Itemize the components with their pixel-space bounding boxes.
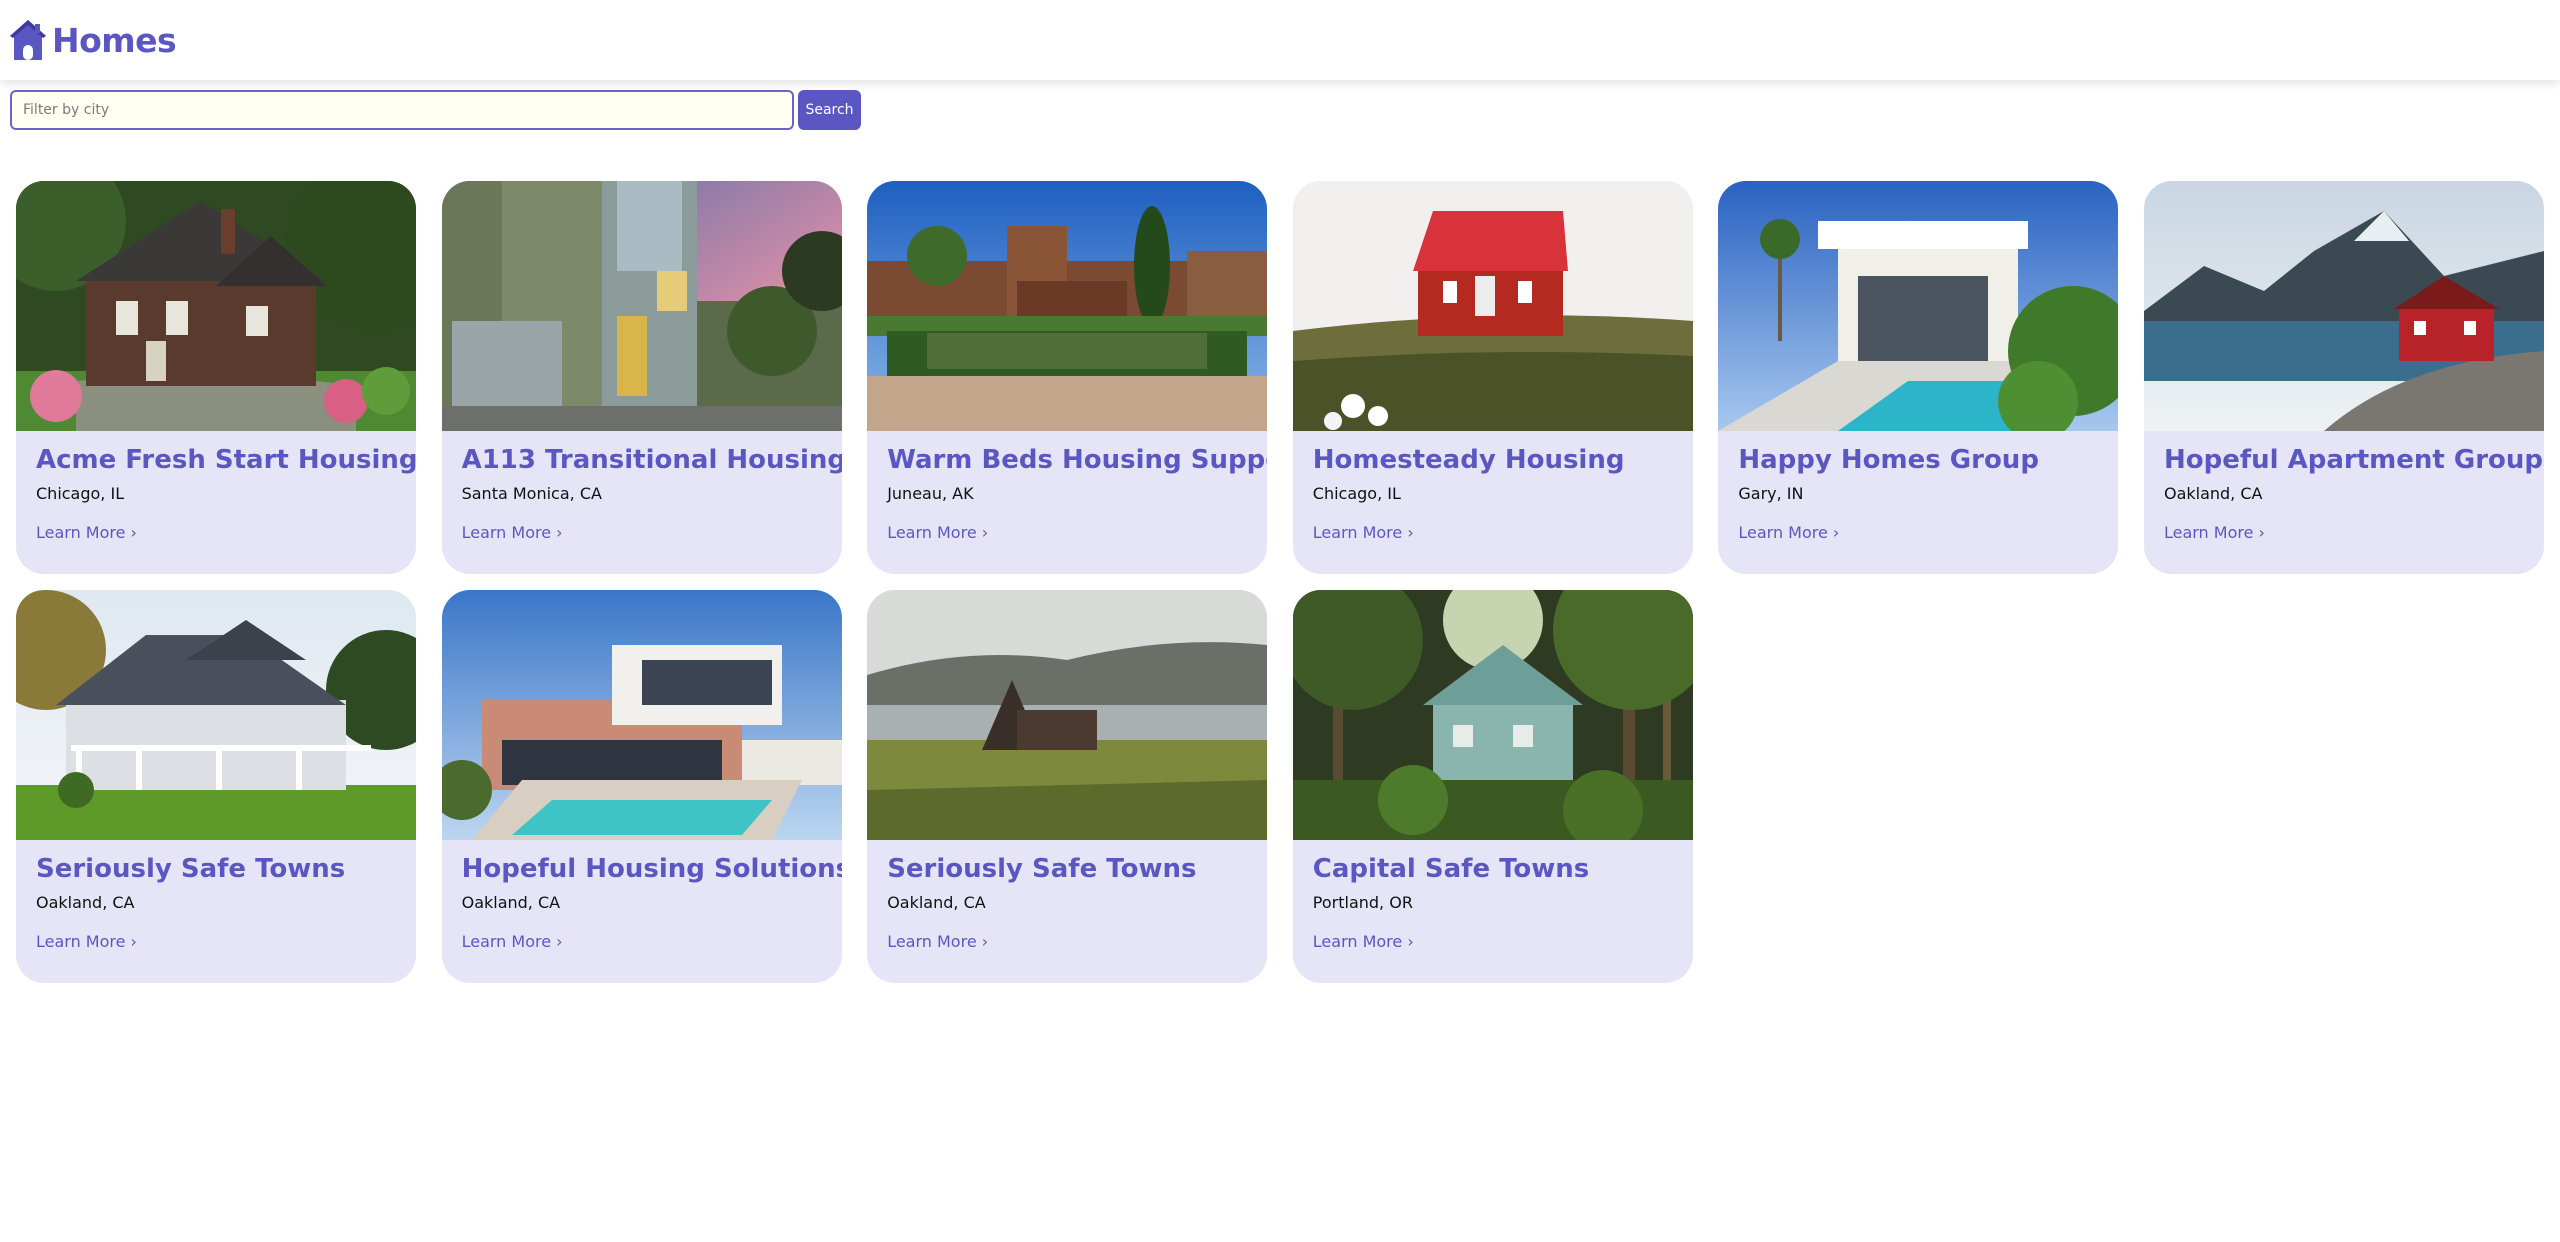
learn-more-link[interactable]: Learn More › — [2164, 521, 2265, 545]
listing-photo — [16, 590, 416, 840]
listing-name: Happy Homes Group — [1738, 445, 2039, 475]
search-bar: Search — [10, 90, 861, 130]
listing-name: Capital Safe Towns — [1312, 854, 1590, 884]
listing-photo — [441, 181, 842, 431]
listing-city: Oakland, CA — [461, 893, 561, 912]
listing-city: Gary, IN — [1738, 484, 1804, 503]
listing-photo — [1292, 181, 1693, 431]
listing-name: Warm Beds Housing Support — [887, 445, 1268, 475]
listing-city: Oakland, CA — [887, 893, 986, 912]
site-title: Homes — [52, 20, 177, 60]
listing-name: A113 Transitional Housing — [461, 445, 842, 475]
search-button[interactable]: Search — [798, 90, 861, 130]
listing-name: Seriously Safe Towns — [887, 854, 1197, 884]
listing-card[interactable]: Hopeful Housing Solutions Oakland, CA Le… — [441, 590, 842, 983]
learn-more-link[interactable]: Learn More › — [887, 930, 988, 954]
listing-card[interactable]: Homesteady Housing Chicago, IL Learn Mor… — [1292, 181, 1693, 574]
listing-city: Oakland, CA — [2163, 484, 2263, 503]
listing-city: Portland, OR — [1312, 893, 1413, 912]
listing-photo — [16, 181, 416, 431]
listing-card[interactable]: Happy Homes Group Gary, IN Learn More › — [1718, 181, 2119, 574]
listing-city: Santa Monica, CA — [461, 484, 602, 503]
learn-more-link[interactable]: Learn More › — [462, 521, 563, 545]
listing-card[interactable]: A113 Transitional Housing Santa Monica, … — [441, 181, 842, 574]
listing-photo — [867, 181, 1268, 431]
listing-name: Hopeful Housing Solutions — [461, 854, 842, 884]
listing-photo — [1292, 590, 1693, 840]
listing-card[interactable]: Seriously Safe Towns Oakland, CA Learn M… — [867, 590, 1268, 983]
listing-photo — [441, 590, 842, 840]
learn-more-link[interactable]: Learn More › — [1313, 521, 1414, 545]
listing-photo — [2143, 181, 2544, 431]
learn-more-link[interactable]: Learn More › — [36, 930, 137, 954]
learn-more-link[interactable]: Learn More › — [887, 521, 988, 545]
listing-grid: Acme Fresh Start Housing Chicago, IL Lea… — [16, 181, 2544, 983]
house-icon — [10, 20, 46, 60]
listing-name: Seriously Safe Towns — [36, 854, 346, 884]
listing-city: Juneau, AK — [887, 484, 974, 503]
listing-card[interactable]: Capital Safe Towns Portland, OR Learn Mo… — [1292, 590, 1693, 983]
listing-photo — [867, 590, 1268, 840]
listing-city: Oakland, CA — [36, 893, 135, 912]
listing-name: Acme Fresh Start Housing — [36, 445, 416, 475]
listing-photo — [1718, 181, 2119, 431]
listing-city: Chicago, IL — [1312, 484, 1401, 503]
learn-more-link[interactable]: Learn More › — [462, 930, 563, 954]
top-header: Homes — [0, 0, 2560, 80]
listing-name: Homesteady Housing — [1312, 445, 1625, 475]
listing-card[interactable]: Hopeful Apartment Group Oakland, CA Lear… — [2143, 181, 2544, 574]
learn-more-link[interactable]: Learn More › — [1313, 930, 1414, 954]
learn-more-link[interactable]: Learn More › — [36, 521, 137, 545]
brand[interactable]: Homes — [8, 18, 177, 62]
learn-more-link[interactable]: Learn More › — [1738, 521, 1839, 545]
listing-card[interactable]: Acme Fresh Start Housing Chicago, IL Lea… — [16, 181, 416, 574]
listing-card[interactable]: Seriously Safe Towns Oakland, CA Learn M… — [16, 590, 416, 983]
listing-city: Chicago, IL — [36, 484, 125, 503]
listing-name: Hopeful Apartment Group — [2163, 445, 2544, 475]
listing-card[interactable]: Warm Beds Housing Support Juneau, AK Lea… — [867, 181, 1268, 574]
city-filter-input[interactable] — [10, 90, 794, 130]
